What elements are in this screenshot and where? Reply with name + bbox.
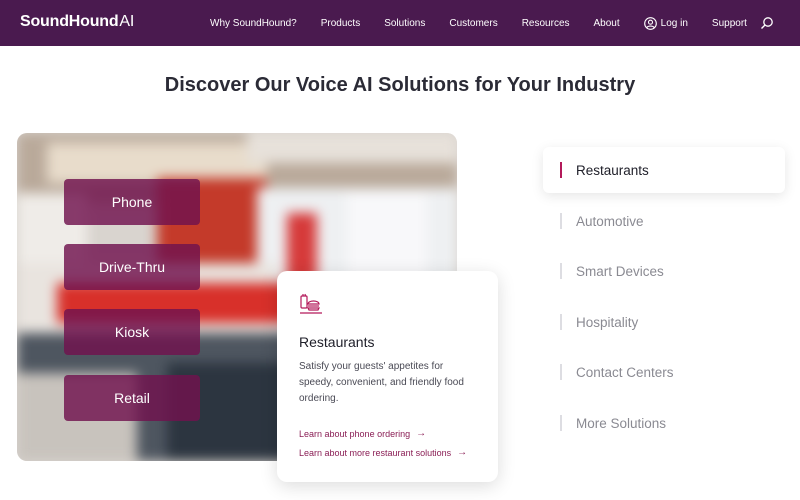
channel-kiosk-button[interactable]: Kiosk	[64, 309, 200, 355]
search-icon[interactable]	[760, 16, 774, 30]
login-label: Log in	[660, 17, 688, 29]
user-icon	[643, 16, 657, 30]
nav-links: Why SoundHound? Products Solutions Custo…	[210, 0, 771, 46]
top-nav: SoundHound AI Why SoundHound? Products So…	[0, 0, 800, 46]
nav-why-soundhound[interactable]: Why SoundHound?	[210, 18, 297, 29]
industry-label: Automotive	[576, 213, 644, 229]
nav-about[interactable]: About	[594, 18, 620, 29]
logo-suffix: AI	[119, 13, 135, 30]
item-divider	[560, 213, 562, 229]
arrow-right-icon: →	[416, 428, 427, 439]
active-indicator	[560, 162, 562, 178]
item-divider	[560, 314, 562, 330]
channel-drive-thru-button[interactable]: Drive-Thru	[64, 244, 200, 290]
login-link[interactable]: Log in	[643, 16, 688, 30]
card-description: Satisfy your guests' appetites for speed…	[299, 361, 464, 404]
soundhound-logo[interactable]: SoundHound AI	[20, 13, 134, 33]
channel-retail-button[interactable]: Retail	[64, 375, 200, 421]
industry-automotive[interactable]: Automotive	[543, 198, 785, 244]
more-restaurant-solutions-link[interactable]: Learn about more restaurant solutions →	[299, 447, 467, 458]
industry-restaurants[interactable]: Restaurants	[543, 147, 785, 193]
industry-label: Restaurants	[576, 162, 649, 178]
industry-label: Hospitality	[576, 314, 639, 330]
industry-contact-centers[interactable]: Contact Centers	[543, 349, 785, 395]
nav-support[interactable]: Support	[712, 18, 747, 29]
page-title: Discover Our Voice AI Solutions for Your…	[164, 74, 636, 96]
channel-phone-button[interactable]: Phone	[64, 179, 200, 225]
industry-more-solutions[interactable]: More Solutions	[543, 400, 785, 446]
logo-text: SoundHound	[20, 13, 119, 30]
nav-solutions[interactable]: Solutions	[384, 18, 425, 29]
card-title: Restaurants	[299, 334, 375, 350]
nav-products[interactable]: Products	[321, 18, 360, 29]
arrow-right-icon: →	[457, 447, 468, 458]
nav-customers[interactable]: Customers	[449, 18, 497, 29]
industry-label: Contact Centers	[576, 364, 674, 380]
phone-ordering-link[interactable]: Learn about phone ordering →	[299, 428, 426, 439]
item-divider	[560, 415, 562, 431]
item-divider	[560, 263, 562, 279]
industry-label: More Solutions	[576, 415, 667, 431]
industry-label: Smart Devices	[576, 263, 664, 279]
phone-ordering-link-label: Learn about phone ordering	[299, 428, 411, 439]
more-solutions-link-label: Learn about more restaurant solutions	[299, 447, 452, 458]
industry-smart-devices[interactable]: Smart Devices	[543, 248, 785, 294]
industry-hospitality[interactable]: Hospitality	[543, 299, 785, 345]
food-tray-icon	[300, 293, 322, 314]
nav-resources[interactable]: Resources	[522, 18, 570, 29]
item-divider	[560, 364, 562, 380]
restaurants-info-card: Restaurants Satisfy your guests' appetit…	[277, 271, 498, 482]
